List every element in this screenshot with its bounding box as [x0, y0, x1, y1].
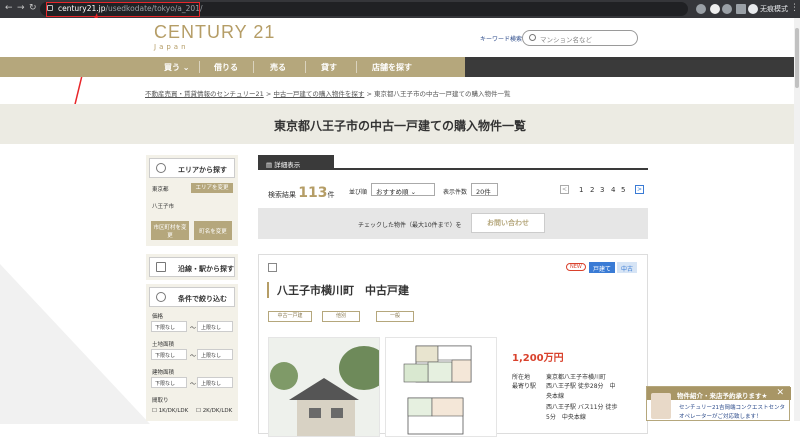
change-area-button[interactable]: エリアを変更 — [191, 183, 233, 193]
nav-buy[interactable]: 買う ⌄ — [164, 62, 190, 73]
close-icon[interactable]: ✕ — [776, 388, 784, 398]
breadcrumb-home[interactable]: 不動産売買・賃貸情報のセンチュリー21 — [145, 90, 264, 98]
next-page-button[interactable]: > — [635, 185, 644, 194]
page-4[interactable]: 4 — [611, 186, 615, 194]
extension-icon[interactable] — [696, 4, 706, 14]
page-2[interactable]: 2 — [590, 186, 594, 194]
listing-title[interactable]: 八王子市横川町 中古戸建 — [267, 282, 409, 298]
back-icon[interactable]: ← — [5, 3, 13, 13]
search-input[interactable]: マンション名など — [522, 30, 638, 46]
line-panel: 沿線・駅から探す — [146, 254, 238, 280]
incognito-avatar-icon[interactable] — [748, 4, 758, 14]
operator-avatar — [651, 393, 671, 419]
listing-price: 1,200万円 — [512, 353, 564, 364]
inquiry-button[interactable]: お問い合わせ — [471, 213, 545, 233]
floor-plan[interactable] — [385, 337, 497, 437]
sidepanel-icon[interactable] — [736, 4, 746, 14]
land-max-select[interactable]: 上限なし — [197, 349, 233, 360]
price-min-select[interactable]: 下限なし — [151, 321, 187, 332]
listing-card: NEW 戸建て 中古 八王子市横川町 中古戸建 中古一戸建 他別 一般 1,20… — [258, 254, 648, 437]
category-tag: 他別 — [322, 311, 360, 322]
condition-panel: 条件で絞り込む 価格 下限なし 〜 上限なし 土地面積 下限なし 〜 上限なし … — [146, 284, 238, 421]
breadcrumb-kodate[interactable]: 中古一戸建ての購入物件を探す — [273, 90, 364, 98]
forward-icon[interactable]: → — [17, 3, 25, 13]
tag-kodate: 戸建て — [589, 262, 616, 273]
build-max-select[interactable]: 上限なし — [197, 377, 233, 388]
reload-icon[interactable]: ↻ — [29, 3, 37, 13]
layout-1-checkbox[interactable]: ☐ 1K/DK/LDK — [152, 408, 188, 414]
translate-icon[interactable] — [710, 4, 720, 14]
search-icon — [156, 292, 166, 302]
sort-select[interactable]: おすすめ順 ⌄ — [371, 183, 435, 196]
inquiry-band: チェックした物件（最大10件まで）を お問い合わせ — [258, 208, 648, 239]
listing-checkbox[interactable] — [268, 263, 277, 272]
layout-2-checkbox[interactable]: ☐ 2K/DK/LDK — [196, 408, 232, 414]
chat-widget[interactable]: 物件紹介・来店予約承ります★ ✕ センチュリー21吉岡端コンクエストセンター オ… — [646, 386, 791, 421]
condition-head[interactable]: 条件で絞り込む — [149, 287, 235, 307]
category-tag: 一般 — [376, 311, 414, 322]
url-highlight-box — [46, 2, 200, 17]
prev-page-button[interactable]: < — [560, 185, 569, 194]
nav-rent[interactable]: 借りる — [214, 62, 238, 73]
incognito-label[interactable]: 无痕模式 — [760, 4, 788, 14]
build-min-select[interactable]: 下限なし — [151, 377, 187, 388]
page-title: 東京都八王子市の中古一戸建ての購入物件一覧 — [273, 119, 526, 133]
listing-station: 西八王子駅 徒歩28分 中 — [546, 383, 616, 390]
price-max-select[interactable]: 上限なし — [197, 321, 233, 332]
title-band: 東京都八王子市の中古一戸建ての購入物件一覧 — [0, 104, 800, 144]
land-min-select[interactable]: 下限なし — [151, 349, 187, 360]
keyword-search-label: キーワード検索 — [480, 36, 523, 43]
search-icon — [529, 34, 536, 41]
result-count: 検索結果 113件 — [268, 185, 335, 201]
view-tabs: ▤ 詳細表示 — [258, 155, 648, 170]
category-tag: 中古一戸建 — [268, 311, 312, 322]
listing-address: 東京都八王子市横川町 — [546, 374, 607, 381]
nav-lend[interactable]: 貸す — [321, 62, 337, 73]
change-town-button[interactable]: 町名を変更 — [194, 221, 232, 240]
nav-store[interactable]: 店舗を探す — [372, 62, 412, 73]
change-city-button[interactable]: 市区町村を変更 — [151, 221, 189, 240]
page-1[interactable]: 1 — [579, 186, 583, 194]
breadcrumb-current: 東京都八王子市の中古一戸建ての購入物件一覧 — [374, 90, 511, 98]
new-badge: NEW — [566, 263, 586, 271]
listing-photo[interactable] — [268, 337, 380, 437]
puzzle-icon[interactable] — [722, 4, 732, 14]
site-header: CENTURY 21 Japan キーワード検索 マンション名など — [0, 18, 800, 57]
menu-icon[interactable]: ⋮ — [790, 3, 799, 13]
pin-icon — [156, 163, 166, 173]
scrollbar[interactable] — [794, 18, 800, 421]
per-page-select[interactable]: 20件 — [471, 183, 498, 196]
area-panel: エリアから探す 東京都 エリアを変更 八王子市 市区町村を変更 町名を変更 — [146, 155, 238, 246]
breadcrumb: 不動産売買・賃貸情報のセンチュリー21 > 中古一戸建ての購入物件を探す > 東… — [145, 90, 511, 98]
tab-detail-view[interactable]: ▤ 詳細表示 — [258, 155, 334, 170]
page-5[interactable]: 5 — [621, 186, 625, 194]
page-3[interactable]: 3 — [600, 186, 604, 194]
tag-used: 中古 — [617, 262, 638, 273]
line-search-head[interactable]: 沿線・駅から探す — [149, 257, 235, 277]
train-icon — [156, 262, 166, 272]
century21-logo[interactable]: CENTURY 21 Japan — [154, 22, 275, 51]
area-search-head[interactable]: エリアから探す — [149, 158, 235, 178]
main-nav: 買う ⌄ 借りる 売る 貸す 店舗を探す — [0, 57, 800, 77]
nav-sell[interactable]: 売る — [270, 62, 286, 73]
